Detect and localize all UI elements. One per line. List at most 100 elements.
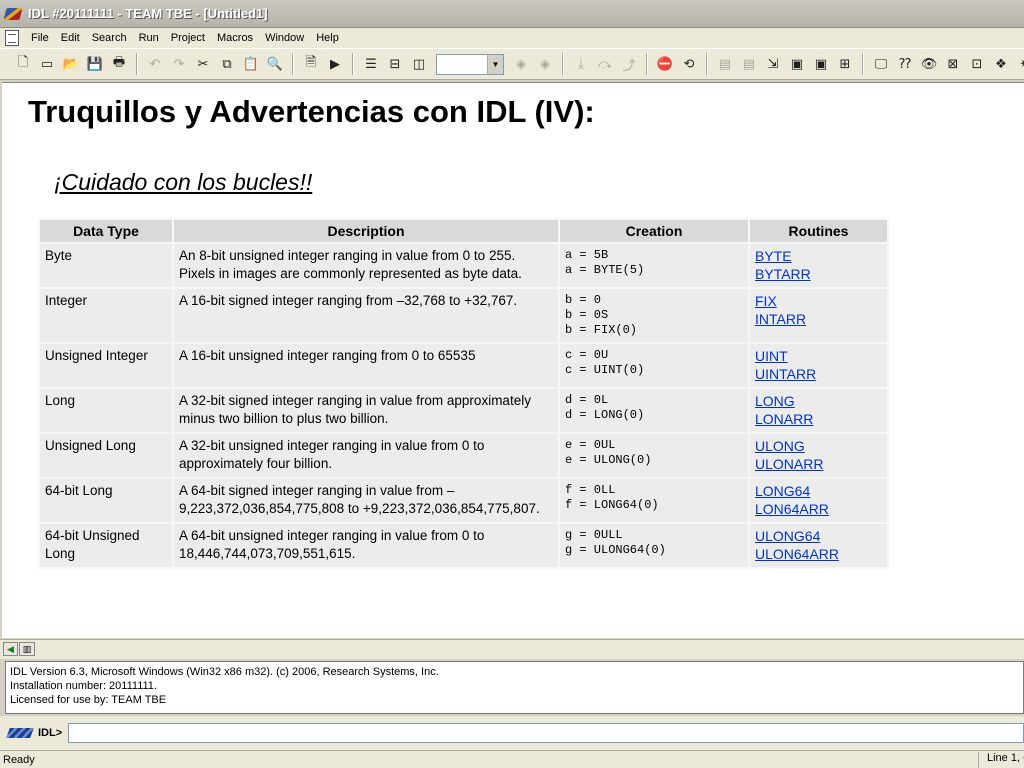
step-into-icon[interactable]: ⤓ bbox=[570, 53, 592, 75]
routine-link[interactable]: LONG bbox=[755, 392, 882, 410]
menu-file[interactable]: File bbox=[25, 32, 55, 44]
toolbar-separator bbox=[706, 53, 708, 75]
cell-description: An 8-bit unsigned integer ranging in val… bbox=[174, 244, 558, 287]
profile-icon[interactable]: ▤ bbox=[738, 53, 760, 75]
find-icon[interactable]: 🔍 bbox=[264, 53, 286, 75]
split-vertical-icon[interactable]: ◫ bbox=[408, 53, 430, 75]
toolbar-separator bbox=[646, 53, 648, 75]
cut-icon[interactable]: ✂ bbox=[192, 53, 214, 75]
pane-tab-bar: ◀ ▥ bbox=[0, 639, 1024, 659]
command-input[interactable] bbox=[68, 723, 1024, 743]
cell-routines: LONG64 LON64ARR bbox=[750, 479, 887, 522]
help-icon[interactable]: ⁇ bbox=[894, 53, 916, 75]
routine-link[interactable]: FIX bbox=[755, 292, 882, 310]
header-description: Description bbox=[174, 220, 558, 242]
display-icon[interactable]: 🖵 bbox=[870, 53, 892, 75]
toolbar-separator bbox=[862, 53, 864, 75]
document-icon[interactable] bbox=[5, 30, 19, 46]
routine-link[interactable]: BYTARR bbox=[755, 265, 882, 283]
cell-description: A 16-bit signed integer ranging from –32… bbox=[174, 289, 558, 342]
idl-logo-icon bbox=[6, 725, 36, 741]
stop-icon[interactable]: ⛔ bbox=[654, 53, 676, 75]
output-log[interactable]: IDL Version 6.3, Microsoft Windows (Win3… bbox=[5, 661, 1024, 714]
open-folder-icon[interactable]: 📂 bbox=[60, 53, 82, 75]
table-header-row: Data Type Description Creation Routines bbox=[40, 220, 887, 242]
menu-help[interactable]: Help bbox=[310, 32, 345, 44]
copy-icon[interactable]: ⧉ bbox=[216, 53, 238, 75]
cell-creation: b = 0 b = 0S b = FIX(0) bbox=[560, 289, 748, 342]
cell-description: A 64-bit unsigned integer ranging in val… bbox=[174, 524, 558, 567]
cell-creation: d = 0L d = LONG(0) bbox=[560, 389, 748, 432]
routine-link[interactable]: UINTARR bbox=[755, 365, 882, 383]
step-out-icon[interactable]: ⤴ bbox=[618, 53, 640, 75]
routine-link[interactable]: ULONG bbox=[755, 437, 882, 455]
toolbar-combo[interactable]: ▼ bbox=[436, 53, 504, 75]
chevron-left-icon[interactable]: ◀ bbox=[3, 642, 18, 656]
menu-window[interactable]: Window bbox=[259, 32, 310, 44]
log-line: IDL Version 6.3, Microsoft Windows (Win3… bbox=[10, 666, 439, 678]
idl-prompt: IDL> bbox=[38, 727, 63, 739]
table-row: Long A 32-bit signed integer ranging in … bbox=[40, 389, 887, 432]
step-over-icon[interactable]: ⤼ bbox=[594, 53, 616, 75]
compile-icon[interactable]: 🗎 bbox=[300, 53, 322, 75]
array-icon[interactable]: ⊠ bbox=[942, 53, 964, 75]
cell-data-type: 64-bit Long bbox=[40, 479, 172, 522]
visualize-icon[interactable]: 👁 bbox=[918, 53, 940, 75]
routine-link[interactable]: UINT bbox=[755, 347, 882, 365]
routine-link[interactable]: LON64ARR bbox=[755, 500, 882, 518]
redo-icon[interactable]: ↷ bbox=[168, 53, 190, 75]
status-bar: Ready Line 1, Col 1 bbox=[0, 750, 1024, 768]
routine-link[interactable]: INTARR bbox=[755, 310, 882, 328]
undo-icon[interactable]: ↶ bbox=[144, 53, 166, 75]
breakpoint-icon[interactable]: ◈ bbox=[510, 53, 532, 75]
routine-link[interactable]: ULON64ARR bbox=[755, 545, 882, 563]
reset-icon[interactable]: ⟲ bbox=[678, 53, 700, 75]
routine-link[interactable]: ULONARR bbox=[755, 455, 882, 473]
routine-link[interactable]: BYTE bbox=[755, 247, 882, 265]
routine-link[interactable]: ULONG64 bbox=[755, 527, 882, 545]
cell-data-type: Unsigned Long bbox=[40, 434, 172, 477]
new-file-icon[interactable]: 🗋 bbox=[12, 53, 34, 75]
status-text: Ready bbox=[3, 753, 35, 766]
run-icon[interactable]: ▶ bbox=[324, 53, 346, 75]
save-icon[interactable]: 💾 bbox=[84, 53, 106, 75]
window-title: IDL #20111111 - TEAM TBE - [Untitled1] bbox=[28, 6, 268, 21]
trace-icon[interactable]: ▤ bbox=[714, 53, 736, 75]
split-horizontal-icon[interactable]: ⊟ bbox=[384, 53, 406, 75]
cell-data-type: Long bbox=[40, 389, 172, 432]
slide-subtitle: ¡Cuidado con los bucles!! bbox=[54, 169, 313, 195]
routine-link[interactable]: LONG64 bbox=[755, 482, 882, 500]
editor-pane[interactable]: Truquillos y Advertencias con IDL (IV): … bbox=[2, 82, 1024, 638]
variable-icon[interactable]: ⊞ bbox=[834, 53, 856, 75]
title-bar[interactable]: IDL #20111111 - TEAM TBE - [Untitled1] bbox=[0, 0, 1024, 28]
menu-macros[interactable]: Macros bbox=[211, 32, 259, 44]
layout-icon[interactable]: ☰ bbox=[360, 53, 382, 75]
table-row: Integer A 16-bit signed integer ranging … bbox=[40, 289, 887, 342]
cell-data-type: Unsigned Integer bbox=[40, 344, 172, 387]
image-icon[interactable]: ⊡ bbox=[966, 53, 988, 75]
cell-description: A 32-bit unsigned integer ranging in val… bbox=[174, 434, 558, 477]
menu-edit[interactable]: Edit bbox=[55, 32, 86, 44]
data-types-table-wrap: Data Type Description Creation Routines … bbox=[38, 218, 889, 569]
header-routines: Routines bbox=[750, 220, 887, 242]
routine-link[interactable]: LONARR bbox=[755, 410, 882, 428]
import-icon[interactable]: ▣ bbox=[786, 53, 808, 75]
table-row: 64-bit Unsigned Long A 64-bit unsigned i… bbox=[40, 524, 887, 567]
new-window-icon[interactable]: ▭ bbox=[36, 53, 58, 75]
chevron-down-icon[interactable]: ▼ bbox=[487, 54, 503, 74]
network-icon[interactable]: ✷ bbox=[1014, 53, 1024, 75]
menu-run[interactable]: Run bbox=[133, 32, 165, 44]
pane-toggle-icon[interactable]: ▥ bbox=[19, 642, 35, 656]
print-icon[interactable]: 🖶 bbox=[108, 53, 130, 75]
export-icon[interactable]: ⇲ bbox=[762, 53, 784, 75]
paste-icon[interactable]: 📋 bbox=[240, 53, 262, 75]
idl-app-icon[interactable] bbox=[4, 6, 22, 22]
menu-project[interactable]: Project bbox=[165, 32, 211, 44]
tree-icon[interactable]: ❖ bbox=[990, 53, 1012, 75]
cell-routines: ULONG64 ULON64ARR bbox=[750, 524, 887, 567]
cell-description: A 32-bit signed integer ranging in value… bbox=[174, 389, 558, 432]
menu-search[interactable]: Search bbox=[86, 32, 133, 44]
step-icon[interactable]: ◈ bbox=[534, 53, 556, 75]
properties-icon[interactable]: ▣ bbox=[810, 53, 832, 75]
cell-routines: UINT UINTARR bbox=[750, 344, 887, 387]
